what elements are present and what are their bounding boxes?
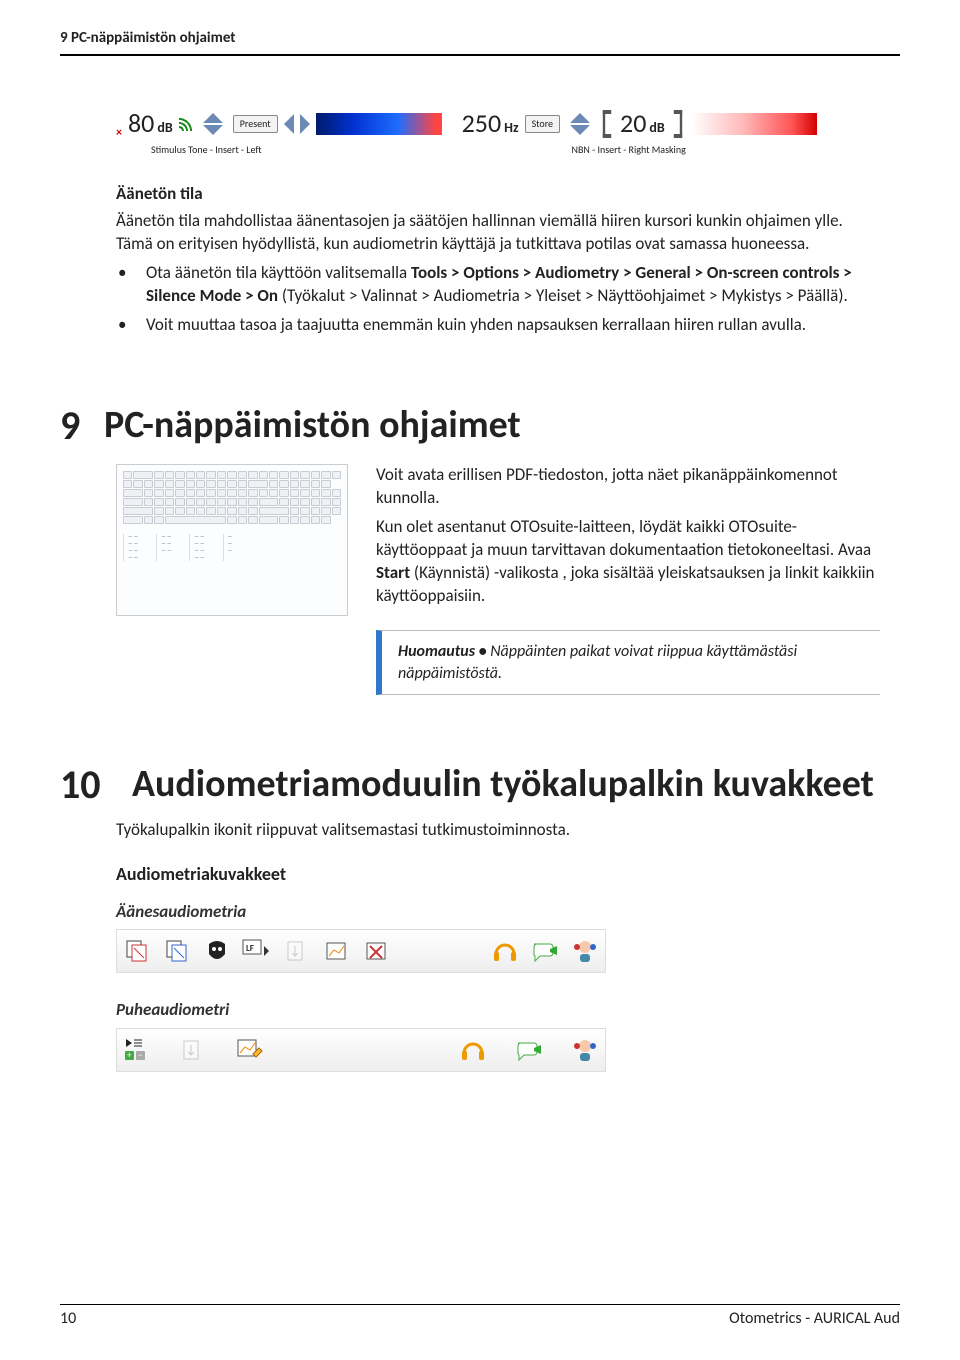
chart-up-icon [321,935,353,967]
patient-icon-2 [569,1034,601,1066]
silence-bullet-2: Voit muuttaa tasoa ja taajuutta enemmän … [118,314,880,337]
close-icon: × [116,125,122,141]
stimulus-db-unit: dB [157,119,172,138]
patient-icon [569,935,601,967]
headset-icon [489,935,521,967]
control-strip-figure: × 80 dB Present 250 Hz Store [116,106,880,141]
overlay-left-icon [121,935,153,967]
export-icon [281,935,313,967]
strip-label-left: Stimulus Tone - Insert - Left [151,143,262,157]
speech-audiometry-label: Puheaudiometri [116,999,880,1022]
section-number-9: 9 [60,406,80,446]
chart-clear-icon [361,935,393,967]
section-title-10: Audiometriamoduulin työkalupalkin kuvakk… [132,765,874,803]
silence-bullet-1: Ota äänetön tila käyttöön valitsemalla T… [118,262,880,308]
section-title-9: PC-näppäimistön ohjaimet [104,406,521,444]
signal-icon [179,117,193,131]
sec9-para1: Voit avata erillisen PDF-tiedoston, jott… [376,464,880,510]
wordlist-icon: +− [121,1034,153,1066]
right-gradient [691,113,817,135]
headset-icon-2 [457,1034,489,1066]
section-number-10: 10 [60,765,108,805]
keyboard-shortcut-thumbnail: — —— —— —— — — —— —— — — —— —— —— — ——— [116,464,348,616]
talk-icon-2 [513,1034,545,1066]
up-down-spinner [203,113,223,135]
page-number: 10 [60,1308,76,1330]
silence-heading: Äänetön tila [116,183,880,206]
up-down-spinner-2 [570,113,590,135]
svg-text:+: + [127,1050,132,1061]
overlay-right-icon [161,935,193,967]
freq-unit: Hz [504,119,518,138]
speech-toolbar: +− [116,1028,606,1072]
freq-value: 250 [462,106,502,141]
tone-toolbar: LF [116,929,606,973]
silence-para: Äänetön tila mahdollistaa äänentasojen j… [116,210,880,256]
running-head: 9 PC-näppäimistön ohjaimet [60,0,900,54]
header-rule [60,54,900,56]
left-gradient [316,113,442,135]
export-icon-2 [177,1034,209,1066]
mask-icon [201,935,233,967]
lf-icon: LF [241,935,273,967]
bracket-open-icon [603,110,611,138]
bracket-close-icon [674,110,682,138]
note-box: Huomautus • Näppäinten paikat voivat rii… [376,630,880,695]
tone-audiometry-label: Äänesaudiometria [116,901,880,924]
edit-chart-icon [233,1034,265,1066]
mask-db-value: 20 [620,106,646,141]
footer-rule [60,1304,900,1305]
sec10-intro: Työkalupalkin ikonit riippuvat valitsema… [116,819,880,842]
store-button: Store [525,115,560,133]
svg-text:−: − [138,1050,142,1061]
sec9-para2: Kun olet asentanut OTOsuite-laitteen, lö… [376,516,880,608]
stimulus-db-value: 80 [128,106,154,141]
svg-text:LF: LF [246,943,254,954]
strip-label-right: NBN - Insert - Right Masking [572,143,686,157]
product-name: Otometrics - AURICAL Aud [729,1308,900,1330]
mask-db-unit: dB [649,119,664,138]
talk-icon [529,935,561,967]
present-button: Present [233,115,278,133]
left-arrow-icon [284,114,294,134]
right-arrow-icon [300,114,310,134]
sec10-sub: Audiometriakuvakkeet [116,862,880,886]
